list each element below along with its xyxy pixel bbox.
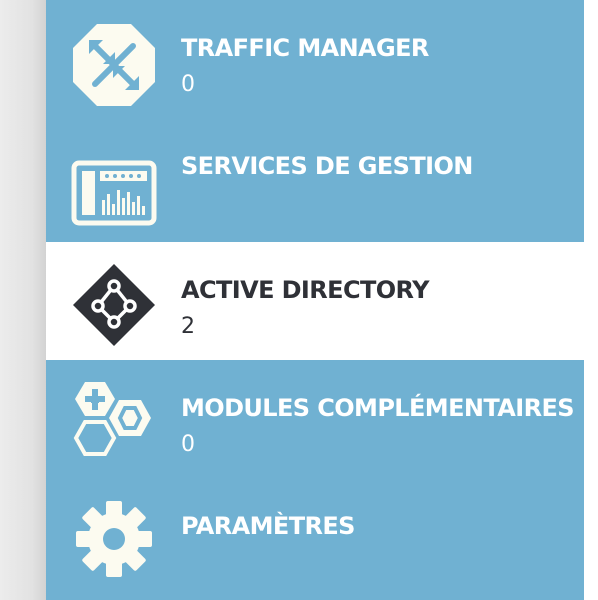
page-right-gutter [584, 0, 598, 600]
sidebar-item-settings[interactable]: PARAMÈTRES [46, 478, 584, 596]
sidebar-item-traffic-manager[interactable]: TRAFFIC MANAGER 0 [46, 0, 584, 118]
management-services-icon [71, 160, 157, 226]
gear-icon [76, 501, 152, 577]
sidebar-item-label: MODULES COMPLÉMENTAIRES [181, 394, 575, 422]
sidebar-item-add-ons[interactable]: MODULES COMPLÉMENTAIRES 0 [46, 360, 584, 478]
page-shadow-edge [0, 0, 46, 600]
sidebar-item-label: PARAMÈTRES [181, 512, 355, 540]
sidebar-item-label: ACTIVE DIRECTORY [181, 276, 429, 304]
sidebar-item-count: 0 [181, 432, 195, 457]
traffic-manager-icon [73, 24, 155, 106]
sidebar-item-label: TRAFFIC MANAGER [181, 34, 429, 62]
sidebar-item-active-directory[interactable]: ACTIVE DIRECTORY 2 [46, 242, 584, 360]
add-ons-icon [73, 382, 151, 456]
sidebar-item-management-services[interactable]: SERVICES DE GESTION [46, 118, 584, 236]
sidebar-item-count: 2 [181, 314, 195, 339]
active-directory-icon [73, 264, 155, 346]
sidebar-item-label: SERVICES DE GESTION [181, 152, 473, 180]
sidebar-item-count: 0 [181, 72, 195, 97]
sidebar-nav: TRAFFIC MANAGER 0 SERVICES DE GESTION AC… [46, 0, 584, 600]
